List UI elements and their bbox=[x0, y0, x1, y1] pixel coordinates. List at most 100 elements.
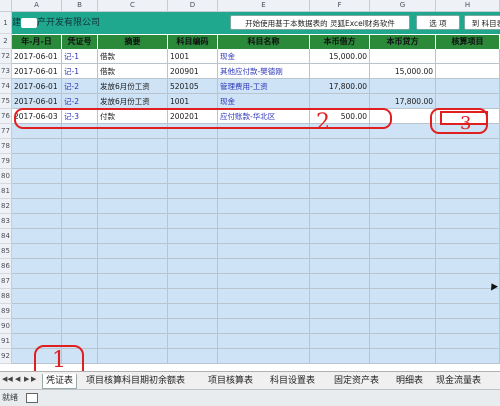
row-number[interactable]: 81 bbox=[0, 184, 12, 199]
empty-cell[interactable] bbox=[98, 349, 168, 364]
empty-cell[interactable] bbox=[168, 199, 218, 214]
row-number[interactable]: 1 bbox=[0, 12, 12, 34]
empty-cell[interactable] bbox=[12, 274, 62, 289]
empty-cell[interactable] bbox=[370, 199, 436, 214]
empty-cell[interactable] bbox=[370, 154, 436, 169]
empty-cell[interactable] bbox=[310, 289, 370, 304]
empty-cell[interactable] bbox=[218, 139, 310, 154]
empty-cell[interactable] bbox=[12, 139, 62, 154]
last-sheet-icon[interactable]: ▶ bbox=[31, 375, 36, 383]
table-row[interactable]: 2017-06-01 记-1 借款 200901 其他应付款-樊德刚 15,00… bbox=[12, 64, 500, 79]
tab-project-opening-balance[interactable]: 项目核算科目期初余额表 bbox=[86, 374, 185, 388]
empty-cell[interactable] bbox=[62, 274, 98, 289]
empty-cell[interactable] bbox=[436, 184, 500, 199]
row-number[interactable]: 80 bbox=[0, 169, 12, 184]
empty-cell[interactable] bbox=[62, 289, 98, 304]
empty-cell[interactable] bbox=[98, 274, 168, 289]
empty-cell[interactable] bbox=[98, 199, 168, 214]
empty-cell[interactable] bbox=[310, 304, 370, 319]
row-number[interactable]: 90 bbox=[0, 319, 12, 334]
row-number[interactable]: 76 bbox=[0, 109, 12, 124]
row-number[interactable]: 84 bbox=[0, 229, 12, 244]
empty-cell[interactable] bbox=[436, 229, 500, 244]
empty-cell[interactable] bbox=[436, 169, 500, 184]
table-row[interactable]: 2017-06-01 记-1 借款 1001 现金 15,000.00 bbox=[12, 49, 500, 64]
row-number[interactable]: 75 bbox=[0, 94, 12, 109]
empty-cell[interactable] bbox=[370, 184, 436, 199]
empty-row[interactable] bbox=[12, 289, 500, 304]
empty-cell[interactable] bbox=[436, 334, 500, 349]
empty-cell[interactable] bbox=[310, 334, 370, 349]
table-row[interactable]: 2017-06-01 记-2 发放6月份工资 520105 管理费用-工资 17… bbox=[12, 79, 500, 94]
start-software-button[interactable]: 开始使用基于本数据表的 灵狐Excel财务软件 bbox=[230, 15, 410, 30]
empty-cell[interactable] bbox=[310, 259, 370, 274]
empty-cell[interactable] bbox=[98, 139, 168, 154]
options-button[interactable]: 选 项 bbox=[416, 15, 460, 30]
tab-cash-flow[interactable]: 现金流量表 bbox=[436, 374, 481, 388]
column-header[interactable]: D bbox=[168, 0, 218, 11]
empty-cell[interactable] bbox=[12, 199, 62, 214]
empty-cell[interactable] bbox=[370, 229, 436, 244]
empty-cell[interactable] bbox=[436, 289, 500, 304]
empty-cell[interactable] bbox=[98, 229, 168, 244]
empty-cell[interactable] bbox=[218, 319, 310, 334]
empty-cell[interactable] bbox=[436, 319, 500, 334]
cell-debit[interactable] bbox=[310, 64, 370, 79]
cell-date[interactable]: 2017-06-01 bbox=[12, 79, 62, 94]
first-sheet-icon[interactable]: ◀◀ bbox=[2, 375, 13, 383]
empty-cell[interactable] bbox=[370, 139, 436, 154]
cell-account-name[interactable]: 现金 bbox=[218, 49, 310, 64]
row-number[interactable]: 88 bbox=[0, 289, 12, 304]
cell-code[interactable]: 520105 bbox=[168, 79, 218, 94]
row-number[interactable]: 89 bbox=[0, 304, 12, 319]
empty-row[interactable] bbox=[12, 319, 500, 334]
macro-record-icon[interactable] bbox=[26, 393, 38, 403]
row-number[interactable]: 2 bbox=[0, 34, 12, 49]
column-header[interactable]: C bbox=[98, 0, 168, 11]
empty-cell[interactable] bbox=[98, 259, 168, 274]
cell-date[interactable]: 2017-06-01 bbox=[12, 49, 62, 64]
empty-cell[interactable] bbox=[310, 229, 370, 244]
empty-cell[interactable] bbox=[62, 214, 98, 229]
empty-cell[interactable] bbox=[218, 259, 310, 274]
empty-cell[interactable] bbox=[436, 304, 500, 319]
empty-cell[interactable] bbox=[310, 199, 370, 214]
row-number[interactable]: 91 bbox=[0, 334, 12, 349]
empty-cell[interactable] bbox=[62, 244, 98, 259]
column-header[interactable]: B bbox=[62, 0, 98, 11]
empty-row[interactable] bbox=[12, 304, 500, 319]
empty-cell[interactable] bbox=[436, 139, 500, 154]
empty-cell[interactable] bbox=[218, 304, 310, 319]
empty-cell[interactable] bbox=[218, 229, 310, 244]
empty-cell[interactable] bbox=[168, 349, 218, 364]
empty-cell[interactable] bbox=[98, 169, 168, 184]
table-row[interactable]: 2017-06-01 记-2 发放6月份工资 1001 现金 17,800.00 bbox=[12, 94, 500, 109]
cell-voucher[interactable]: 记-2 bbox=[62, 79, 98, 94]
cell-account-name[interactable]: 管理费用-工资 bbox=[218, 79, 310, 94]
empty-cell[interactable] bbox=[310, 244, 370, 259]
empty-cell[interactable] bbox=[62, 154, 98, 169]
empty-cell[interactable] bbox=[12, 169, 62, 184]
empty-cell[interactable] bbox=[310, 319, 370, 334]
empty-row[interactable] bbox=[12, 274, 500, 289]
column-header[interactable]: E bbox=[218, 0, 310, 11]
cell-summary[interactable]: 借款 bbox=[98, 49, 168, 64]
empty-cell[interactable] bbox=[62, 259, 98, 274]
empty-cell[interactable] bbox=[218, 289, 310, 304]
cell-summary[interactable]: 借款 bbox=[98, 64, 168, 79]
cell-voucher[interactable]: 记-2 bbox=[62, 94, 98, 109]
empty-cell[interactable] bbox=[218, 154, 310, 169]
row-number[interactable]: 83 bbox=[0, 214, 12, 229]
empty-cell[interactable] bbox=[12, 319, 62, 334]
empty-cell[interactable] bbox=[12, 154, 62, 169]
empty-cell[interactable] bbox=[12, 244, 62, 259]
cell-account-name[interactable]: 现金 bbox=[218, 94, 310, 109]
empty-cell[interactable] bbox=[218, 184, 310, 199]
empty-cell[interactable] bbox=[310, 349, 370, 364]
row-number[interactable]: 72 bbox=[0, 49, 12, 64]
cell-summary[interactable]: 发放6月份工资 bbox=[98, 94, 168, 109]
cell-code[interactable]: 1001 bbox=[168, 49, 218, 64]
cell-aux[interactable] bbox=[436, 79, 500, 94]
empty-cell[interactable] bbox=[310, 184, 370, 199]
tab-project-accounting[interactable]: 项目核算表 bbox=[208, 374, 253, 388]
